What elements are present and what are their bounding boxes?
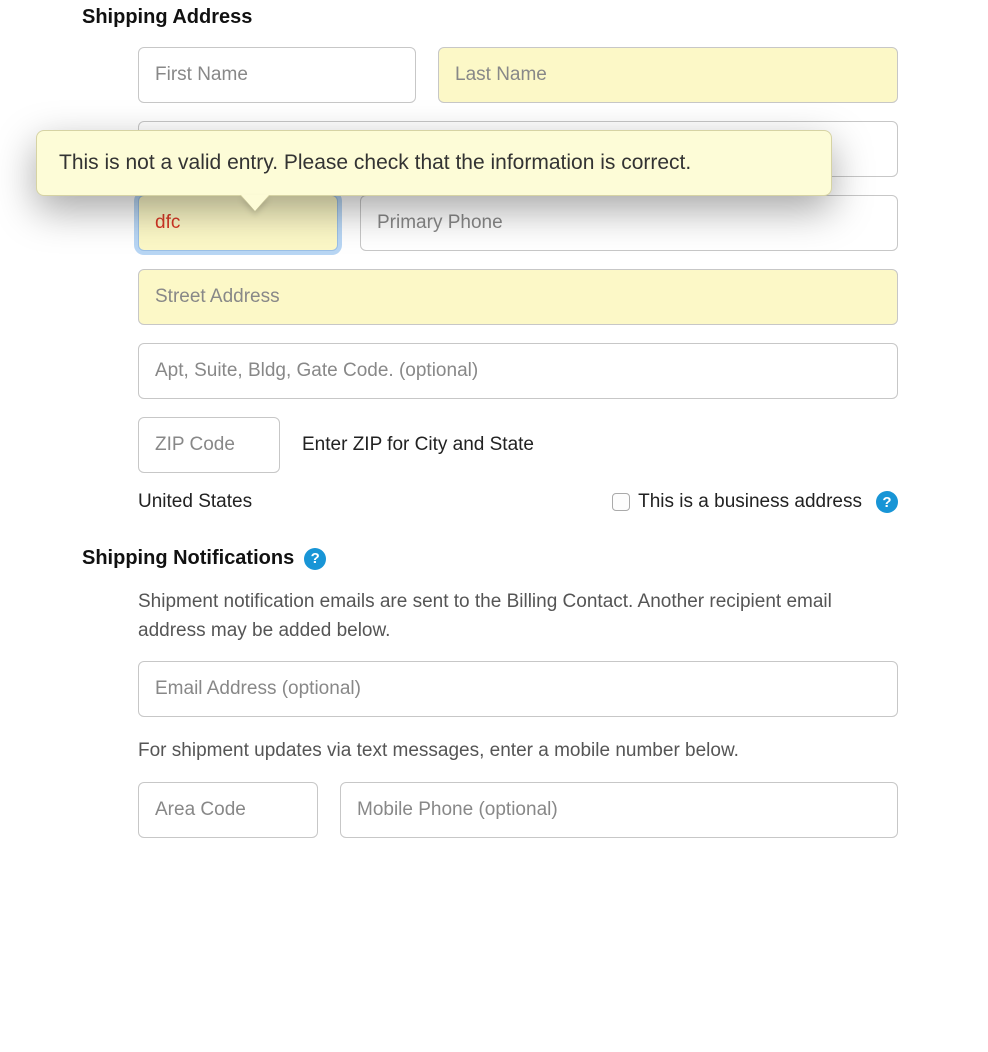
zip-code-field[interactable] [138, 417, 280, 473]
area-code-field[interactable] [138, 195, 338, 251]
shipping-address-title: Shipping Address [82, 6, 988, 29]
country-label: United States [138, 491, 252, 513]
help-icon[interactable]: ? [304, 548, 326, 570]
last-name-field[interactable] [438, 47, 898, 103]
sms-notification-intro: For shipment updates via text messages, … [138, 737, 898, 766]
business-address-checkbox[interactable] [612, 493, 630, 511]
street-address-field[interactable] [138, 269, 898, 325]
email-notification-intro: Shipment notification emails are sent to… [138, 588, 898, 645]
primary-phone-field[interactable] [360, 195, 898, 251]
mobile-area-code-field[interactable] [138, 782, 318, 838]
apt-suite-field[interactable] [138, 343, 898, 399]
validation-tooltip: This is not a valid entry. Please check … [36, 130, 832, 196]
zip-hint-text: Enter ZIP for City and State [302, 434, 534, 456]
business-address-label: This is a business address [638, 491, 862, 513]
help-icon[interactable]: ? [876, 491, 898, 513]
shipping-notifications-title: Shipping Notifications [82, 547, 294, 570]
first-name-field[interactable] [138, 47, 416, 103]
mobile-phone-field[interactable] [340, 782, 898, 838]
notification-email-field[interactable] [138, 661, 898, 717]
